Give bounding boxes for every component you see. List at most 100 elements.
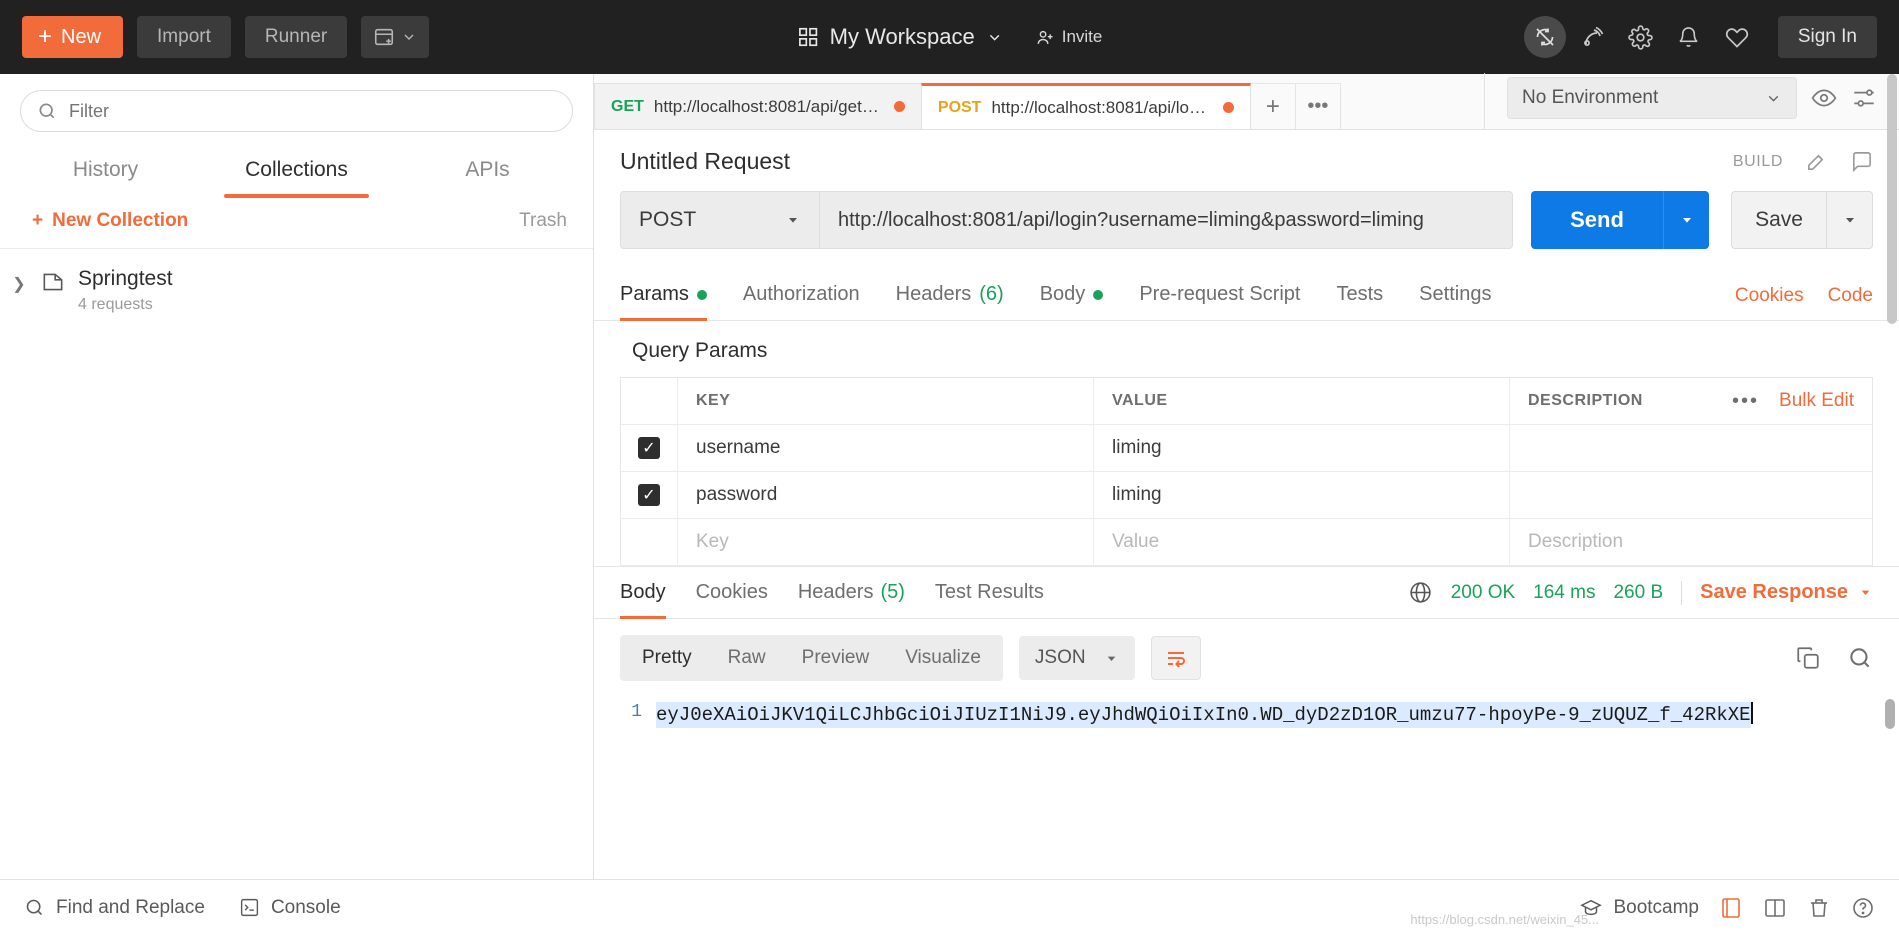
environment-settings-button[interactable] — [1851, 85, 1877, 111]
invite-button[interactable]: Invite — [1035, 27, 1103, 47]
sidebar-tab-collections[interactable]: Collections — [201, 144, 392, 198]
help-icon[interactable] — [1851, 896, 1875, 920]
satellite-icon[interactable] — [1572, 16, 1614, 58]
response-time: 164 ms — [1533, 581, 1596, 603]
row-checkbox[interactable]: ✓ — [638, 484, 660, 506]
tab-label: Settings — [1419, 283, 1492, 305]
environment-label: No Environment — [1522, 87, 1659, 108]
sync-off-icon[interactable] — [1523, 16, 1566, 58]
url-row: POST Send Save — [594, 191, 1899, 249]
url-box[interactable] — [820, 191, 1513, 249]
tab-tests[interactable]: Tests — [1336, 271, 1383, 320]
environment-select[interactable]: No Environment — [1507, 77, 1797, 119]
comment-icon[interactable] — [1850, 150, 1873, 173]
tab-label: Cookies — [695, 581, 768, 603]
param-value-placeholder[interactable]: Value — [1112, 531, 1159, 553]
save-button[interactable]: Save — [1731, 191, 1827, 249]
table-options-button[interactable]: ••• — [1732, 390, 1759, 413]
environment-quick-look-button[interactable] — [1811, 85, 1837, 111]
trash-icon[interactable] — [1807, 896, 1831, 920]
request-tab-post[interactable]: POST http://localhost:8081/api/login... — [920, 83, 1251, 129]
param-value[interactable]: liming — [1112, 437, 1162, 459]
view-mode-visualize[interactable]: Visualize — [887, 639, 999, 677]
gear-icon[interactable] — [1620, 16, 1662, 58]
request-tab-get[interactable]: GET http://localhost:8081/api/getm... — [594, 83, 922, 129]
edit-icon[interactable] — [1805, 150, 1828, 173]
bulk-edit-button[interactable]: Bulk Edit — [1779, 390, 1854, 412]
console-label: Console — [270, 896, 341, 918]
request-tab-bar: GET http://localhost:8081/api/getm... PO… — [594, 73, 1899, 130]
param-key[interactable]: password — [696, 484, 777, 506]
trash-button[interactable]: Trash — [519, 210, 567, 232]
save-response-button[interactable]: Save Response — [1700, 581, 1873, 604]
heart-icon[interactable] — [1716, 16, 1758, 58]
collection-text: Springtest 4 requests — [78, 267, 173, 314]
url-input[interactable] — [838, 208, 1494, 232]
param-key-placeholder[interactable]: Key — [696, 531, 729, 553]
response-scrollbar[interactable] — [1885, 699, 1895, 729]
copy-icon[interactable] — [1795, 645, 1821, 671]
send-button[interactable]: Send — [1531, 191, 1663, 249]
response-toolbar-right — [1795, 645, 1873, 671]
row-checkbox[interactable]: ✓ — [638, 437, 660, 459]
workspace-button[interactable]: My Workspace — [797, 24, 1003, 50]
status-bar-right: Bootcamp — [1580, 896, 1875, 920]
method-select[interactable]: POST — [620, 191, 820, 249]
console-button[interactable]: Console — [239, 897, 341, 919]
param-description-placeholder[interactable]: Description — [1528, 531, 1623, 553]
new-collection-button[interactable]: + New Collection — [32, 210, 188, 232]
tab-options-button[interactable]: ••• — [1294, 83, 1341, 129]
bootcamp-button[interactable]: Bootcamp — [1580, 897, 1699, 919]
cookies-link[interactable]: Cookies — [1735, 285, 1804, 307]
bell-icon[interactable] — [1668, 16, 1710, 58]
send-options-button[interactable] — [1663, 191, 1709, 249]
response-panel: Body Cookies Headers (5) Test Results 20… — [594, 566, 1899, 879]
postman-app: + New Import Runner My Workspace Invite … — [0, 0, 1899, 935]
two-pane-view-icon[interactable] — [1719, 896, 1743, 920]
tab-body[interactable]: Body — [1040, 271, 1104, 320]
search-icon[interactable] — [1847, 645, 1873, 671]
chevron-down-icon — [1682, 218, 1691, 223]
tab-params[interactable]: Params — [620, 271, 707, 321]
tab-authorization[interactable]: Authorization — [743, 271, 860, 320]
save-options-button[interactable] — [1827, 191, 1873, 249]
new-button[interactable]: + New — [22, 16, 124, 58]
view-mode-pretty[interactable]: Pretty — [624, 639, 710, 677]
response-tab-test-results[interactable]: Test Results — [935, 567, 1044, 618]
signin-button[interactable]: Sign In — [1777, 16, 1877, 58]
tab-method: POST — [937, 98, 982, 116]
invite-label: Invite — [1061, 27, 1103, 46]
panel-scrollbar[interactable] — [1887, 74, 1897, 324]
table-row-placeholder: Key Value Description — [621, 519, 1872, 566]
wrap-lines-button[interactable] — [1150, 636, 1201, 680]
chevron-right-icon[interactable]: ❯ — [10, 267, 28, 294]
filter-input[interactable] — [69, 100, 556, 122]
response-body-line[interactable]: eyJ0eXAiOiJKV1QiLCJhbGciOiJIUzI1NiJ9.eyJ… — [656, 693, 1899, 879]
method-label: POST — [639, 208, 697, 231]
import-button[interactable]: Import — [137, 16, 231, 58]
param-value[interactable]: liming — [1112, 484, 1162, 506]
view-mode-preview[interactable]: Preview — [784, 639, 888, 677]
sidebar-tab-history[interactable]: History — [10, 144, 201, 198]
list-item[interactable]: ❯ Springtest 4 requests — [0, 249, 593, 332]
split-view-icon[interactable] — [1763, 896, 1787, 920]
new-tab-button[interactable]: + — [1249, 83, 1296, 129]
runner-button[interactable]: Runner — [244, 16, 348, 58]
format-label: JSON — [1034, 647, 1086, 668]
response-tab-body[interactable]: Body — [620, 567, 666, 619]
code-link[interactable]: Code — [1828, 285, 1873, 307]
filter-box[interactable] — [20, 90, 573, 132]
tab-label: Test Results — [934, 581, 1044, 603]
format-select[interactable]: JSON — [1018, 636, 1135, 680]
sidebar-tab-apis[interactable]: APIs — [392, 144, 583, 198]
response-tab-headers[interactable]: Headers (5) — [798, 567, 905, 618]
tab-headers[interactable]: Headers (6) — [896, 271, 1004, 320]
find-and-replace-button[interactable]: Find and Replace — [24, 897, 205, 919]
view-mode-raw[interactable]: Raw — [710, 639, 784, 677]
response-tab-cookies[interactable]: Cookies — [696, 567, 768, 618]
tab-pre-request-script[interactable]: Pre-request Script — [1139, 271, 1300, 320]
param-key[interactable]: username — [696, 437, 781, 459]
new-window-button[interactable] — [361, 16, 430, 58]
tab-settings[interactable]: Settings — [1419, 271, 1491, 320]
chevron-down-icon — [789, 218, 797, 223]
